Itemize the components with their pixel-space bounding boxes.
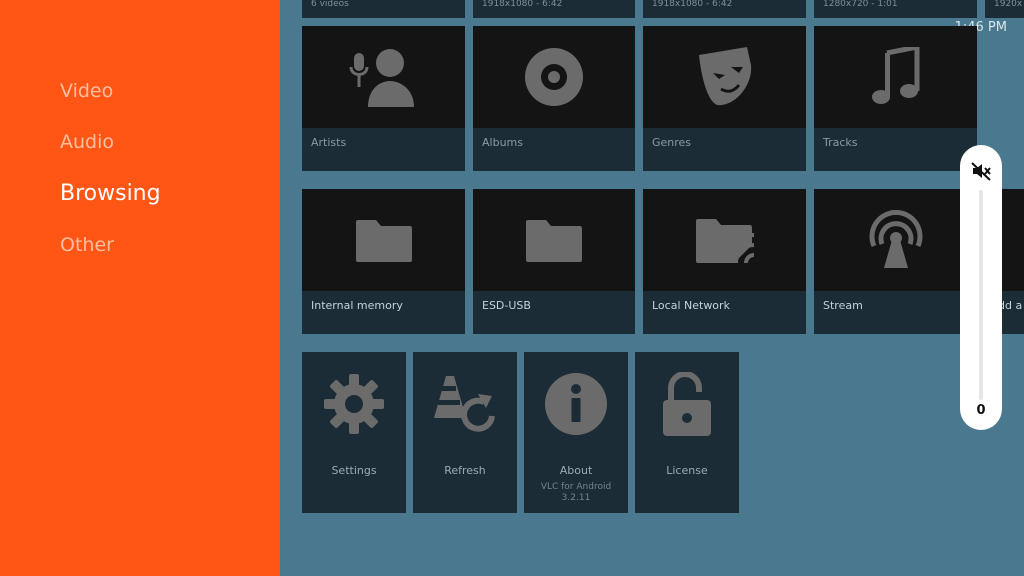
esd-usb-art (473, 189, 635, 291)
video-card[interactable]: 1918x1080 - 6:42 (473, 0, 635, 18)
video-card-label: 1918x1080 - 6:42 (482, 0, 563, 9)
settings-card[interactable]: Settings (302, 352, 406, 513)
albums-label: Albums (482, 136, 523, 149)
license-label: License (666, 464, 708, 477)
stream-label: Stream (823, 299, 863, 312)
about-label: About (559, 464, 593, 477)
stream-card[interactable]: Stream (814, 189, 977, 334)
refresh-cone-icon (434, 376, 495, 432)
folder-icon (355, 220, 412, 262)
tracks-card[interactable]: Tracks (814, 26, 977, 171)
album-icon (525, 48, 583, 106)
video-card[interactable]: 1918x1080 - 6:42 (643, 0, 806, 18)
video-card[interactable]: 6 videos (302, 0, 465, 18)
video-card[interactable]: 1280x720 - 1:01 (814, 0, 977, 18)
antenna-icon (869, 210, 922, 268)
folder-icon (526, 220, 582, 262)
video-card-label: 1918x1080 - 6:42 (652, 0, 733, 9)
license-card[interactable]: License (635, 352, 739, 513)
refresh-label: Refresh (444, 464, 486, 477)
mute-icon (971, 162, 991, 181)
about-card[interactable]: About VLC for Android 3.2.11 (524, 352, 628, 513)
artist-icon (349, 49, 414, 107)
network-folder-icon (695, 219, 754, 264)
refresh-card[interactable]: Refresh (413, 352, 517, 513)
local-network-art (643, 189, 806, 291)
internal-memory-art (302, 189, 465, 291)
local-network-card[interactable]: Local Network (643, 189, 806, 334)
category-audio[interactable]: Audio (60, 131, 114, 153)
genre-mask-icon (698, 47, 751, 106)
gear-icon (324, 374, 384, 434)
stream-art (814, 189, 977, 291)
tracks-label: Tracks (823, 136, 858, 149)
video-card-label: 1920x (994, 0, 1023, 9)
volume-overlay: 0 (960, 145, 1002, 430)
esd-usb-label: ESD-USB (482, 299, 531, 312)
video-card-label: 1280x720 - 1:01 (823, 0, 898, 9)
category-other[interactable]: Other (60, 234, 114, 256)
internal-memory-label: Internal memory (311, 299, 403, 312)
video-card-label: 6 videos (311, 0, 349, 9)
category-sidebar: Video Audio Browsing Other (0, 0, 280, 576)
esd-usb-card[interactable]: ESD-USB (473, 189, 635, 334)
local-network-label: Local Network (652, 299, 730, 312)
volume-slider-track[interactable] (979, 190, 983, 400)
category-browsing[interactable]: Browsing (60, 181, 161, 206)
about-app-name: VLC for Android 3.2.11 (524, 482, 628, 504)
music-note-icon (871, 47, 919, 104)
volume-value: 0 (976, 403, 986, 418)
artists-card[interactable]: Artists (302, 26, 465, 171)
albums-card[interactable]: Albums (473, 26, 635, 171)
artists-label: Artists (311, 136, 347, 149)
settings-label: Settings (331, 464, 377, 477)
category-video[interactable]: Video (60, 80, 113, 102)
video-card[interactable]: 1920x (985, 0, 1024, 18)
genres-art (643, 26, 806, 128)
about-app-name-text: VLC for Android (540, 482, 612, 492)
internal-memory-card[interactable]: Internal memory (302, 189, 465, 334)
info-icon (545, 373, 607, 435)
about-version: 3.2.11 (561, 493, 591, 503)
unlock-icon (663, 372, 711, 436)
artists-art (302, 26, 465, 128)
albums-art (473, 26, 635, 128)
genres-card[interactable]: Genres (643, 26, 806, 171)
genres-label: Genres (652, 136, 692, 149)
tracks-art (814, 26, 977, 128)
